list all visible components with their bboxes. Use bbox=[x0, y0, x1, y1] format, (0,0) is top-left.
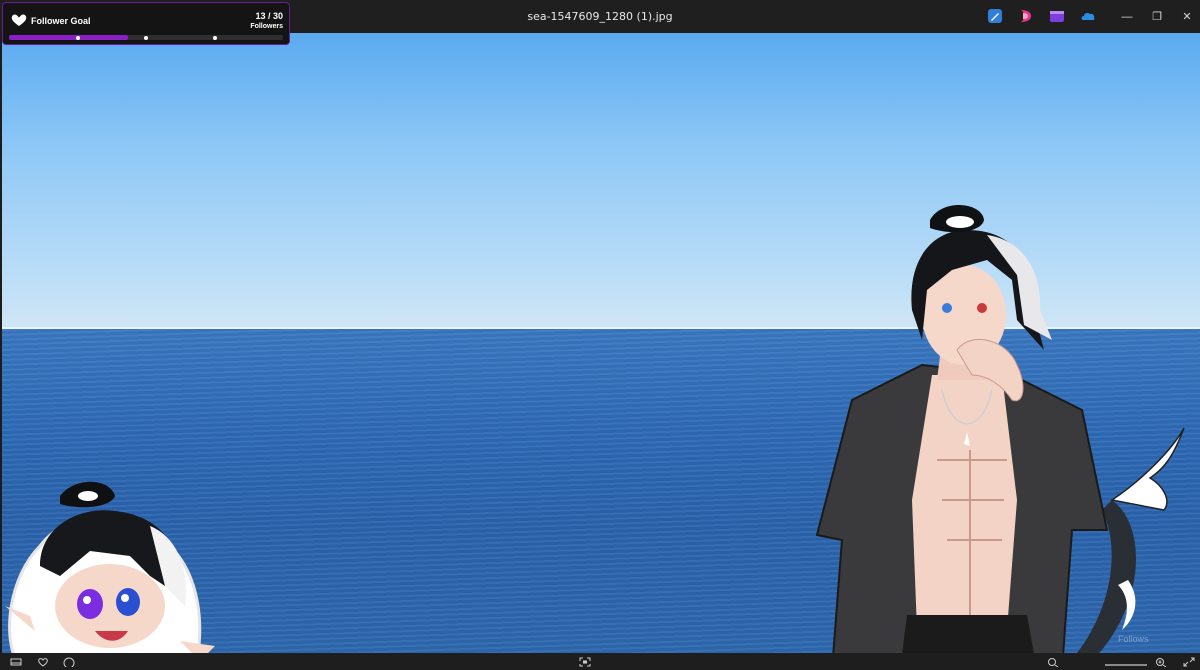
follower-count: 13 / 30 bbox=[255, 11, 283, 21]
pen-app-icon[interactable] bbox=[987, 8, 1003, 24]
goal-milestone-marker bbox=[144, 35, 148, 40]
fullscreen-icon[interactable] bbox=[1183, 657, 1195, 667]
close-button[interactable]: ✕ bbox=[1172, 6, 1200, 28]
goal-progress-bar bbox=[9, 35, 283, 40]
vtuber-character-illustration bbox=[815, 204, 1185, 670]
minimize-button[interactable]: — bbox=[1112, 6, 1142, 28]
clipchamp-icon[interactable] bbox=[1049, 8, 1065, 24]
info-icon[interactable] bbox=[63, 657, 75, 667]
goal-progress-fill bbox=[9, 35, 128, 40]
chibi-character-illustration bbox=[5, 481, 215, 670]
heart-hand-icon bbox=[11, 14, 27, 26]
zoom-in-icon[interactable] bbox=[1155, 657, 1167, 667]
filmstrip-icon[interactable] bbox=[10, 657, 22, 667]
zoom-out-icon[interactable] bbox=[1047, 657, 1059, 667]
goal-milestone-marker bbox=[75, 35, 80, 40]
heart-icon[interactable] bbox=[37, 657, 49, 667]
follower-unit-label: Followers bbox=[250, 23, 283, 30]
watermark-text: Follows bbox=[1118, 634, 1149, 644]
app-shortcuts bbox=[987, 8, 1096, 24]
widget-title: Follower Goal bbox=[31, 16, 91, 26]
follower-goal-widget: Follower Goal 13 / 30 Followers bbox=[2, 2, 290, 45]
goal-milestone-marker bbox=[212, 35, 217, 40]
maximize-button[interactable]: ❐ bbox=[1142, 6, 1172, 28]
status-bar bbox=[0, 653, 1200, 670]
onedrive-icon[interactable] bbox=[1080, 8, 1096, 24]
copilot-icon[interactable] bbox=[1018, 8, 1034, 24]
zoom-slider[interactable] bbox=[1105, 664, 1147, 666]
fit-to-window-icon[interactable] bbox=[579, 657, 591, 667]
